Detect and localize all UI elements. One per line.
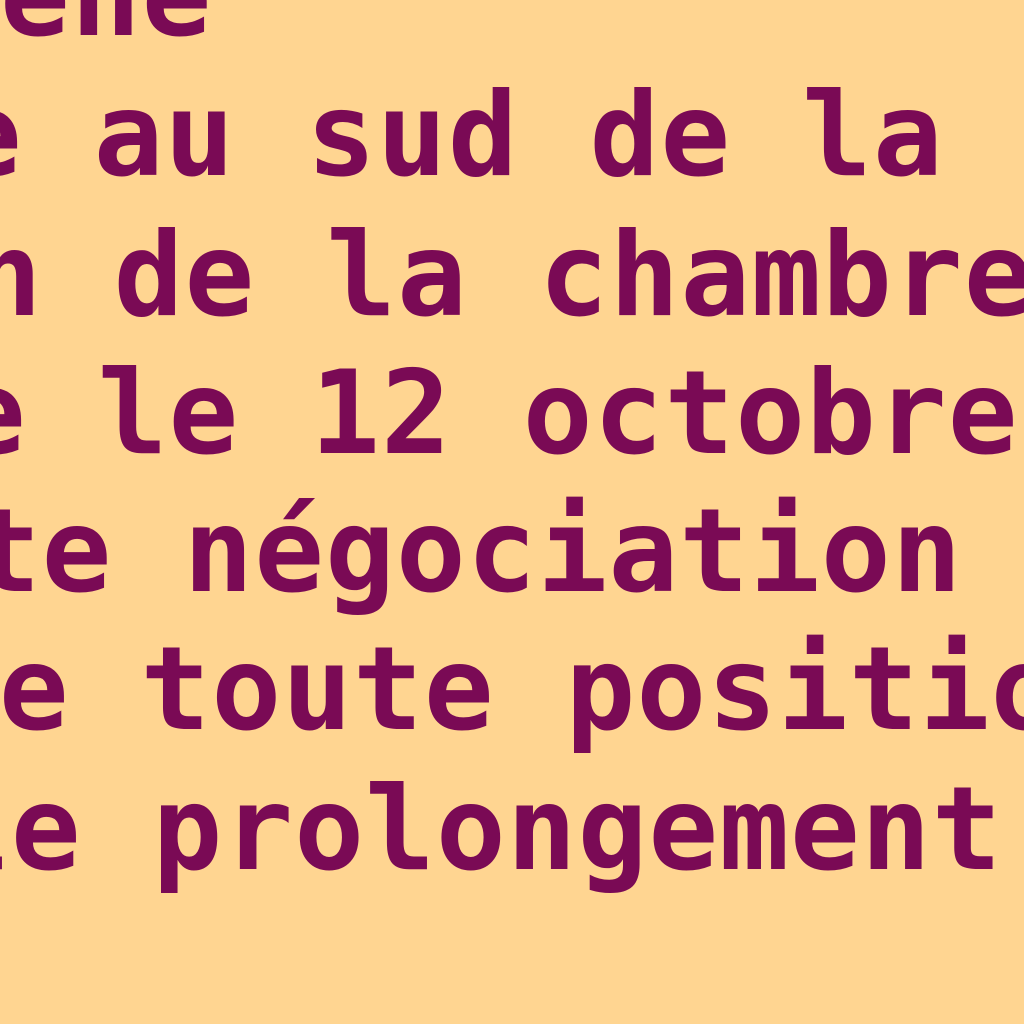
- text-line: de toute position: [0, 622, 1024, 757]
- text-line: ene: [0, 0, 213, 54]
- text-line: e le 12 octobre: [0, 346, 1019, 481]
- document-page: ene e au sud de la fron n de la chambre …: [0, 0, 1024, 1024]
- text-line: le prolongement: [0, 762, 1003, 897]
- text-line: n de la chambre: [0, 208, 1024, 343]
- text-line: ute négociation: [0, 484, 963, 619]
- text-line: e au sud de la fron: [0, 68, 1024, 203]
